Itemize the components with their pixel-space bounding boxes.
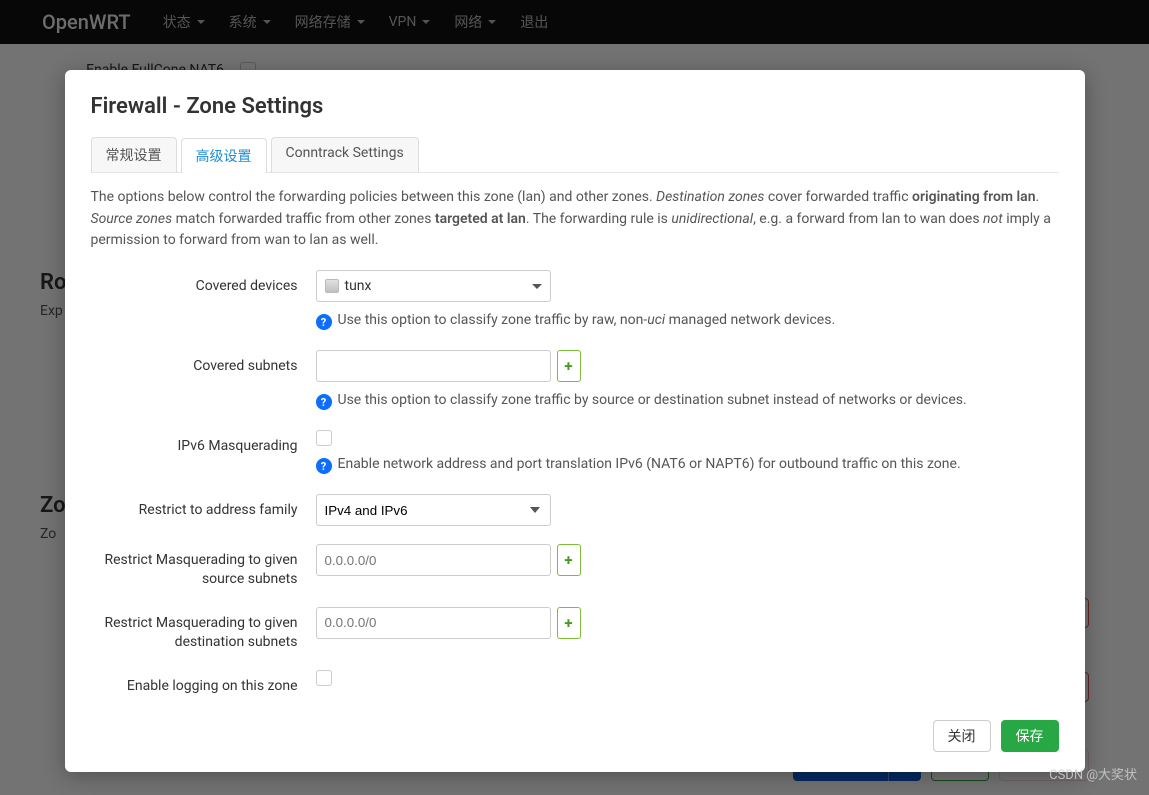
ipv6-masq-hint: ? Enable network address and port transl… [316, 454, 1059, 474]
add-masq-dest-button[interactable]: + [557, 607, 581, 639]
masq-dest-input[interactable] [316, 607, 551, 639]
device-icon [325, 279, 339, 293]
masq-dest-label: Restrict Masquerading to given destinati… [91, 607, 316, 652]
covered-devices-hint: ? Use this option to classify zone traff… [316, 310, 1059, 330]
tab-advanced[interactable]: 高级设置 [181, 138, 267, 173]
close-button[interactable]: 关闭 [933, 720, 991, 752]
zone-settings-modal: Firewall - Zone Settings 常规设置 高级设置 Connt… [65, 70, 1085, 772]
covered-devices-value: tunx [345, 278, 372, 294]
tab-conntrack[interactable]: Conntrack Settings [271, 137, 419, 172]
masq-src-input[interactable] [316, 544, 551, 576]
ipv6-masq-label: IPv6 Masquerading [91, 430, 316, 456]
info-icon: ? [316, 458, 332, 474]
covered-devices-label: Covered devices [91, 270, 316, 296]
family-label: Restrict to address family [91, 494, 316, 520]
logging-checkbox[interactable] [316, 670, 332, 686]
masq-src-label: Restrict Masquerading to given source su… [91, 544, 316, 589]
covered-subnets-label: Covered subnets [91, 350, 316, 376]
modal-tabs: 常规设置 高级设置 Conntrack Settings [91, 137, 1059, 173]
modal-description: The options below control the forwarding… [91, 187, 1059, 252]
add-masq-src-button[interactable]: + [557, 544, 581, 576]
info-icon: ? [316, 394, 332, 410]
info-icon: ? [316, 314, 332, 330]
family-select[interactable]: IPv4 and IPv6 [316, 494, 551, 526]
save-button[interactable]: 保存 [1001, 720, 1059, 752]
modal-overlay: Firewall - Zone Settings 常规设置 高级设置 Connt… [0, 0, 1149, 795]
covered-devices-select[interactable]: tunx [316, 270, 551, 302]
logging-label: Enable logging on this zone [91, 670, 316, 696]
covered-subnets-hint: ? Use this option to classify zone traff… [316, 390, 1059, 410]
add-subnet-button[interactable]: + [557, 350, 581, 382]
chevron-down-icon [532, 284, 542, 294]
tab-general[interactable]: 常规设置 [91, 137, 177, 172]
covered-subnets-input[interactable] [316, 350, 551, 382]
ipv6-masq-checkbox[interactable] [316, 430, 332, 446]
modal-title: Firewall - Zone Settings [91, 94, 1059, 119]
